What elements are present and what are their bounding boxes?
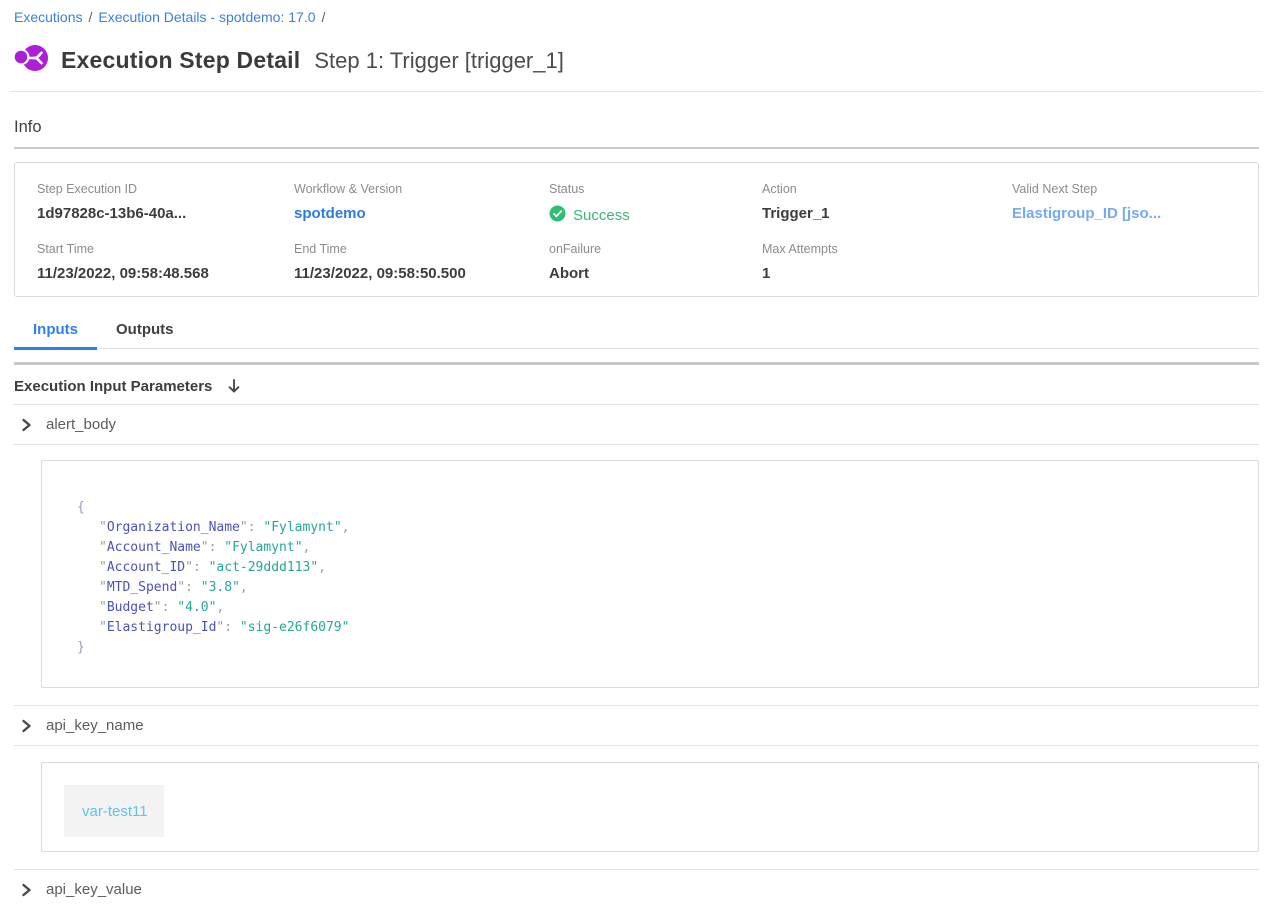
section-alert-body[interactable]: alert_body [14,405,1259,444]
divider [14,444,1259,445]
divider [14,362,1259,365]
next-step-link[interactable]: Elastigroup_ID [jso... [1012,205,1236,222]
json-line: { [77,498,1258,518]
fylamynt-logo-icon [14,43,50,78]
breadcrumb-executions-link[interactable]: Executions [14,9,82,25]
tab-inputs[interactable]: Inputs [14,313,97,348]
execution-step-detail-page: Executions / Execution Details - spotdem… [0,0,1272,909]
field-value: Abort [549,265,762,282]
section-api-key-value[interactable]: api_key_value [14,870,1259,909]
field-label: onFailure [549,242,762,256]
json-line: } [77,638,1258,658]
field-label: Max Attempts [762,242,1012,256]
section-label: api_key_name [46,717,144,734]
json-line: "Account_Name": "Fylamynt", [77,538,1258,558]
field-label: Action [762,182,1012,196]
field-value: 11/23/2022, 09:58:50.500 [294,265,549,282]
page-subtitle: Step 1: Trigger [trigger_1] [314,48,563,74]
breadcrumb: Executions / Execution Details - spotdem… [14,0,1259,25]
info-grid: Step Execution ID 1d97828c-13b6-40a... W… [37,182,1236,282]
field-label: Workflow & Version [294,182,549,196]
divider [14,745,1259,746]
divider [10,91,1262,92]
json-line: "Elastigroup_Id": "sig-e26f6079" [77,618,1258,638]
info-heading: Info [14,118,1259,137]
page-header: Execution Step Detail Step 1: Trigger [t… [14,43,1259,78]
divider [14,147,1259,149]
info-field-max-attempts: Max Attempts 1 [762,242,1012,282]
check-circle-icon [549,205,566,226]
field-value: Trigger_1 [762,205,1012,222]
field-label: Step Execution ID [37,182,294,196]
field-value: 1d97828c-13b6-40a... [37,205,294,222]
chevron-right-icon [21,719,32,733]
breadcrumb-separator: / [322,9,326,25]
chevron-right-icon [21,418,32,432]
section-label: api_key_value [46,881,142,898]
info-grid-spacer [1012,242,1236,282]
chevron-right-icon [21,883,32,897]
section-label: alert_body [46,416,116,433]
execution-input-parameters-header: Execution Input Parameters [14,378,1259,395]
status-text: Success [573,207,630,224]
workflow-link[interactable]: spotdemo [294,205,549,222]
breadcrumb-separator: / [88,9,92,25]
info-field-start-time: Start Time 11/23/2022, 09:58:48.568 [37,242,294,282]
json-line: "Account_ID": "act-29ddd113", [77,558,1258,578]
info-field-valid-next-step: Valid Next Step Elastigroup_ID [jso... [1012,182,1236,226]
page-title: Execution Step Detail [61,47,300,74]
api-key-name-value: var-test11 [64,785,164,837]
breadcrumb-execution-details-link[interactable]: Execution Details - spotdemo: 17.0 [98,9,315,25]
api-key-name-card: var-test11 [41,762,1259,852]
json-line: "Organization_Name": "Fylamynt", [77,518,1258,538]
json-line: "MTD_Spend": "3.8", [77,578,1258,598]
status-badge: Success [549,205,762,226]
tab-outputs[interactable]: Outputs [97,313,193,348]
section-api-key-name[interactable]: api_key_name [14,706,1259,745]
field-label: Start Time [37,242,294,256]
download-icon[interactable] [227,378,241,395]
execution-input-parameters-title: Execution Input Parameters [14,378,212,395]
tab-label: Outputs [116,321,174,338]
field-label: Status [549,182,762,196]
info-field-action: Action Trigger_1 [762,182,1012,226]
info-field-onfailure: onFailure Abort [549,242,762,282]
field-value: 1 [762,265,1012,282]
field-value: 11/23/2022, 09:58:48.568 [37,265,294,282]
info-field-step-execution-id: Step Execution ID 1d97828c-13b6-40a... [37,182,294,226]
json-code: {"Organization_Name": "Fylamynt","Accoun… [77,498,1258,658]
json-line: "Budget": "4.0", [77,598,1258,618]
field-label: Valid Next Step [1012,182,1236,196]
tabs: Inputs Outputs [14,313,1259,349]
field-label: End Time [294,242,549,256]
tab-label: Inputs [33,321,78,338]
info-field-workflow-version: Workflow & Version spotdemo [294,182,549,226]
info-field-end-time: End Time 11/23/2022, 09:58:50.500 [294,242,549,282]
info-field-status: Status Success [549,182,762,226]
info-card: Step Execution ID 1d97828c-13b6-40a... W… [14,162,1259,297]
alert-body-json-viewer: {"Organization_Name": "Fylamynt","Accoun… [41,460,1259,688]
